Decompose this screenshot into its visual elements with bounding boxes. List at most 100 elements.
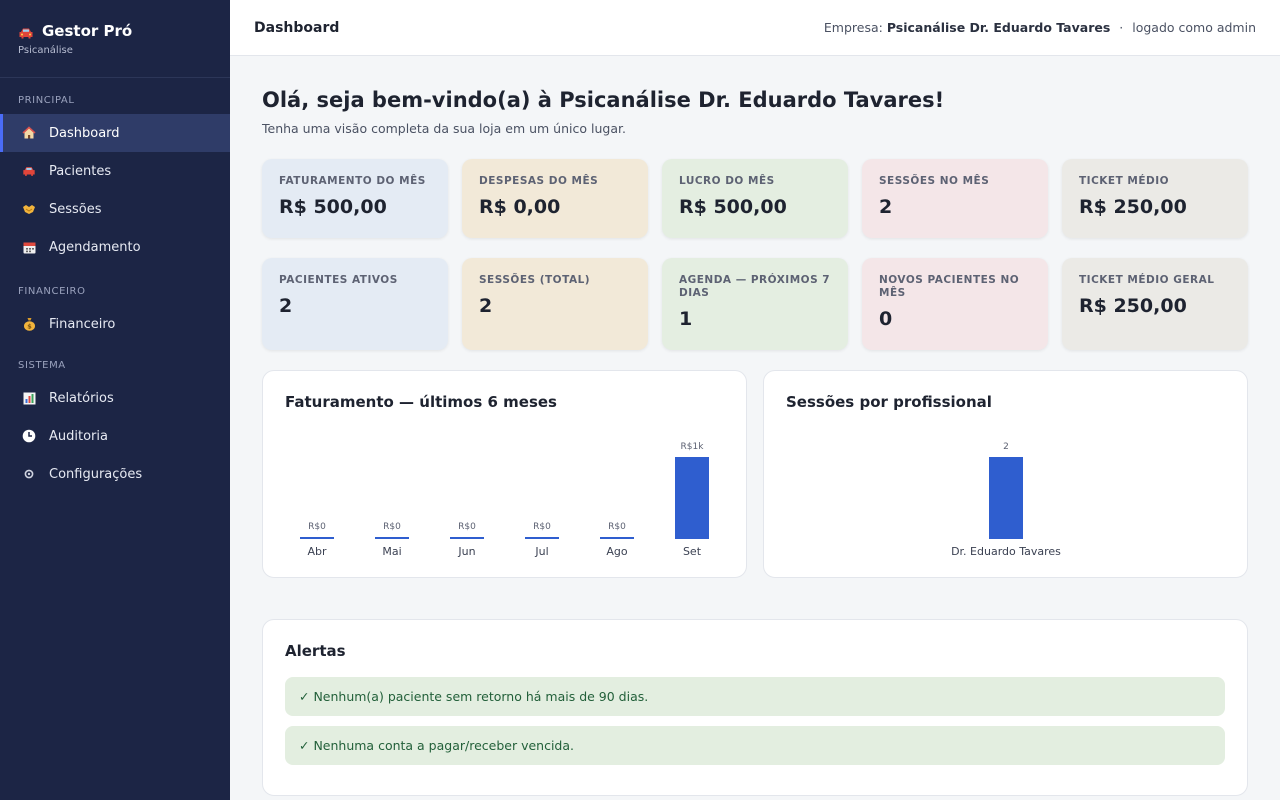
chart-bar — [600, 537, 634, 539]
kpi-despesas-mes: DESPESAS DO MÊS R$ 0,00 — [462, 159, 648, 238]
logged-user: logado como admin — [1132, 20, 1256, 35]
bar-data-label: R$0 — [308, 522, 326, 532]
chart-bar — [525, 537, 559, 539]
sidebar-item-agendamento[interactable]: Agendamento — [0, 228, 230, 266]
sidebar: Gestor Pró Psicanálise PRINCIPAL Dashboa… — [0, 0, 230, 800]
kpi-agenda-proximos-7-dias: AGENDA — PRÓXIMOS 7 DIAS 1 — [662, 258, 848, 350]
alerts-panel: Alertas ✓ Nenhum(a) paciente sem retorno… — [262, 619, 1248, 796]
kpi-value: R$ 0,00 — [479, 196, 561, 218]
x-tick-label: Jun — [458, 545, 476, 558]
sidebar-item-financeiro[interactable]: $ Financeiro — [0, 305, 230, 343]
kpi-value: 1 — [679, 308, 693, 330]
kpi-label: AGENDA — PRÓXIMOS 7 DIAS — [679, 274, 831, 299]
chart-bar — [375, 537, 409, 539]
kpi-faturamento-mes: FATURAMENTO DO MÊS R$ 500,00 — [262, 159, 448, 238]
kpi-label: TICKET MÉDIO — [1079, 175, 1170, 187]
brand-name: Gestor Pró — [42, 22, 133, 40]
brand: Gestor Pró Psicanálise — [0, 0, 230, 78]
section-label-financeiro: FINANCEIRO — [18, 286, 86, 297]
welcome-title: Olá, seja bem-vindo(a) à Psicanálise Dr.… — [262, 88, 945, 112]
kpi-novos-pacientes-mes: NOVOS PACIENTES NO MÊS 0 — [862, 258, 1048, 350]
sidebar-item-label: Sessões — [49, 201, 102, 217]
sidebar-item-label: Pacientes — [49, 163, 112, 179]
x-tick-label: Dr. Eduardo Tavares — [951, 545, 1061, 558]
kpi-sessoes-total: SESSÕES (TOTAL) 2 — [462, 258, 648, 350]
chart-title: Faturamento — últimos 6 meses — [285, 393, 557, 411]
kpi-label: LUCRO DO MÊS — [679, 175, 775, 187]
brand-subtitle: Psicanálise — [18, 45, 73, 56]
money-bag-icon: $ — [22, 317, 36, 331]
alerts-title: Alertas — [285, 642, 346, 660]
car-icon — [18, 25, 34, 39]
x-tick-label: Mai — [382, 545, 402, 558]
calendar-icon — [22, 240, 36, 254]
sidebar-item-dashboard[interactable]: Dashboard — [0, 114, 230, 152]
chart-bar — [300, 537, 334, 539]
section-label-principal: PRINCIPAL — [18, 95, 75, 106]
car-icon — [22, 164, 36, 178]
bar-data-label: R$0 — [533, 522, 551, 532]
chart-bar — [450, 537, 484, 539]
x-tick-label: Abr — [307, 545, 327, 558]
kpi-label: SESSÕES (TOTAL) — [479, 274, 591, 286]
kpi-value: R$ 250,00 — [1079, 295, 1187, 317]
kpi-label: NOVOS PACIENTES NO MÊS — [879, 274, 1020, 299]
chart-bar — [989, 457, 1023, 539]
x-tick-label: Set — [682, 545, 702, 558]
sidebar-item-label: Relatórios — [49, 390, 114, 406]
kpi-label: FATURAMENTO DO MÊS — [279, 175, 426, 187]
kpi-pacientes-ativos: PACIENTES ATIVOS 2 — [262, 258, 448, 350]
bar-data-label: R$0 — [458, 522, 476, 532]
kpi-value: R$ 500,00 — [679, 196, 787, 218]
sidebar-item-label: Configurações — [49, 466, 143, 482]
brand-title[interactable]: Gestor Pró — [18, 22, 230, 40]
sidebar-item-label: Auditoria — [49, 428, 108, 444]
sidebar-item-label: Agendamento — [49, 239, 141, 255]
gear-icon — [22, 467, 36, 481]
company-name: Psicanálise Dr. Eduardo Tavares — [886, 20, 1111, 35]
kpi-label: DESPESAS DO MÊS — [479, 175, 599, 187]
kpi-value: R$ 500,00 — [279, 196, 387, 218]
sessoes-por-profissional-panel: Sessões por profissional 2 Dr. Eduardo Ta… — [763, 370, 1248, 578]
kpi-lucro-mes: LUCRO DO MÊS R$ 500,00 — [662, 159, 848, 238]
kpi-label: SESSÕES NO MÊS — [879, 175, 990, 187]
x-tick-label: Ago — [606, 545, 628, 558]
clock-icon — [22, 429, 36, 443]
sidebar-item-pacientes[interactable]: Pacientes — [0, 152, 230, 190]
bar-data-label: R$0 — [383, 522, 401, 532]
bar-chart-icon — [22, 391, 36, 405]
chart-bar — [675, 457, 709, 539]
bar-data-label: R$0 — [608, 522, 626, 532]
kpi-ticket-medio: TICKET MÉDIO R$ 250,00 — [1062, 159, 1248, 238]
svg-text:$: $ — [27, 323, 32, 331]
kpi-sessoes-mes: SESSÕES NO MÊS 2 — [862, 159, 1048, 238]
bar-data-label: R$1k — [680, 442, 704, 452]
kpi-value: R$ 250,00 — [1079, 196, 1187, 218]
kpi-label: TICKET MÉDIO GERAL — [1079, 274, 1215, 286]
kpi-value: 2 — [279, 295, 293, 317]
faturamento-chart-panel: Faturamento — últimos 6 meses R$0 Abr R$0 M… — [262, 370, 747, 578]
sidebar-item-sessoes[interactable]: Sessões — [0, 190, 230, 228]
sidebar-item-label: Financeiro — [49, 316, 116, 332]
page-title: Dashboard — [254, 19, 340, 36]
sidebar-item-auditoria[interactable]: Auditoria — [0, 417, 230, 455]
kpi-value: 2 — [879, 196, 893, 218]
sidebar-item-relatorios[interactable]: Relatórios — [0, 379, 230, 417]
alert-item: ✓ Nenhuma conta a pagar/receber vencida. — [285, 726, 1225, 765]
kpi-value: 2 — [479, 295, 493, 317]
alert-item: ✓ Nenhum(a) paciente sem retorno há mais… — [285, 677, 1225, 716]
sidebar-item-configuracoes[interactable]: Configurações — [0, 455, 230, 493]
handshake-icon — [22, 202, 36, 216]
company-info: Empresa: Psicanálise Dr. Eduardo Tavares… — [824, 20, 1256, 35]
sidebar-item-label: Dashboard — [49, 125, 120, 141]
kpi-label: PACIENTES ATIVOS — [279, 274, 398, 286]
x-tick-label: Jul — [535, 545, 549, 558]
topbar: Dashboard Empresa: Psicanálise Dr. Eduar… — [230, 0, 1280, 56]
main-content: Olá, seja bem-vindo(a) à Psicanálise Dr.… — [230, 56, 1280, 800]
separator: · — [1119, 20, 1124, 35]
bar-data-label: 2 — [1003, 442, 1009, 452]
kpi-ticket-medio-geral: TICKET MÉDIO GERAL R$ 250,00 — [1062, 258, 1248, 350]
chart-title: Sessões por profissional — [786, 393, 992, 411]
section-label-sistema: SISTEMA — [18, 360, 66, 371]
welcome-subtitle: Tenha uma visão completa da sua loja em … — [262, 121, 626, 136]
